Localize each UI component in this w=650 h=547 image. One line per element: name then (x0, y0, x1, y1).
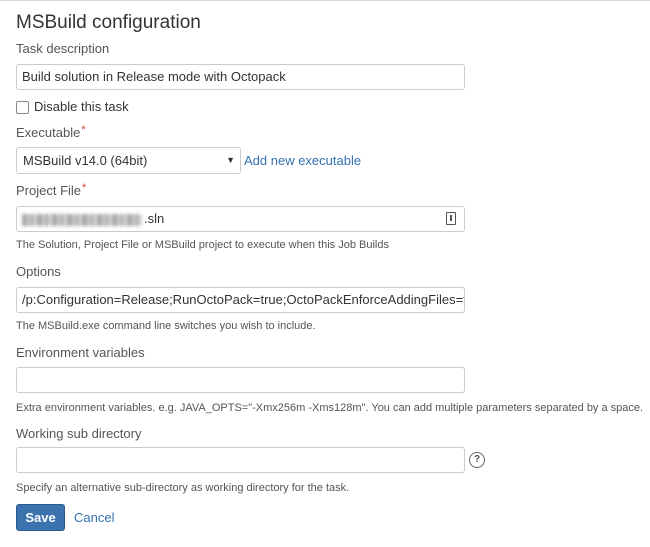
working-sub-directory-label: Working sub directory (16, 426, 142, 441)
required-marker: * (82, 182, 87, 194)
project-file-suffix: .sln (144, 211, 165, 226)
top-divider (0, 0, 650, 1)
executable-label-text: Executable (16, 125, 81, 140)
add-new-executable-link[interactable]: Add new executable (244, 153, 361, 168)
task-description-label: Task description (16, 41, 110, 56)
file-picker-icon[interactable] (446, 212, 456, 225)
options-help: The MSBuild.exe command line switches yo… (16, 320, 316, 332)
working-sub-directory-help: Specify an alternative sub-directory as … (16, 482, 350, 494)
save-button[interactable]: Save (16, 504, 65, 531)
project-file-help: The Solution, Project File or MSBuild pr… (16, 239, 389, 251)
environment-variables-help: Extra environment variables. e.g. JAVA_O… (16, 402, 644, 414)
options-label: Options (16, 264, 61, 279)
executable-select[interactable]: MSBuild v14.0 (64bit) ▼ (16, 147, 241, 174)
cancel-link[interactable]: Cancel (74, 510, 114, 525)
project-file-label-text: Project File (16, 183, 82, 198)
task-description-input[interactable]: Build solution in Release mode with Octo… (16, 64, 465, 90)
environment-variables-input[interactable] (16, 367, 465, 393)
disable-task-label[interactable]: Disable this task (34, 99, 129, 114)
environment-variables-label: Environment variables (16, 345, 145, 360)
required-marker: * (81, 124, 86, 136)
redacted-filename (22, 213, 142, 226)
executable-label: Executable* (16, 124, 86, 140)
disable-task-checkbox[interactable] (16, 101, 29, 114)
executable-selected-value: MSBuild v14.0 (64bit) (23, 153, 148, 168)
chevron-down-icon: ▼ (226, 155, 235, 165)
project-file-input[interactable]: .sln (16, 206, 465, 232)
options-input[interactable]: /p:Configuration=Release;RunOctoPack=tru… (16, 287, 465, 313)
working-sub-directory-input[interactable] (16, 447, 465, 473)
page-title: MSBuild configuration (16, 12, 201, 33)
project-file-label: Project File* (16, 182, 87, 198)
help-question-icon[interactable]: ? (469, 452, 485, 468)
